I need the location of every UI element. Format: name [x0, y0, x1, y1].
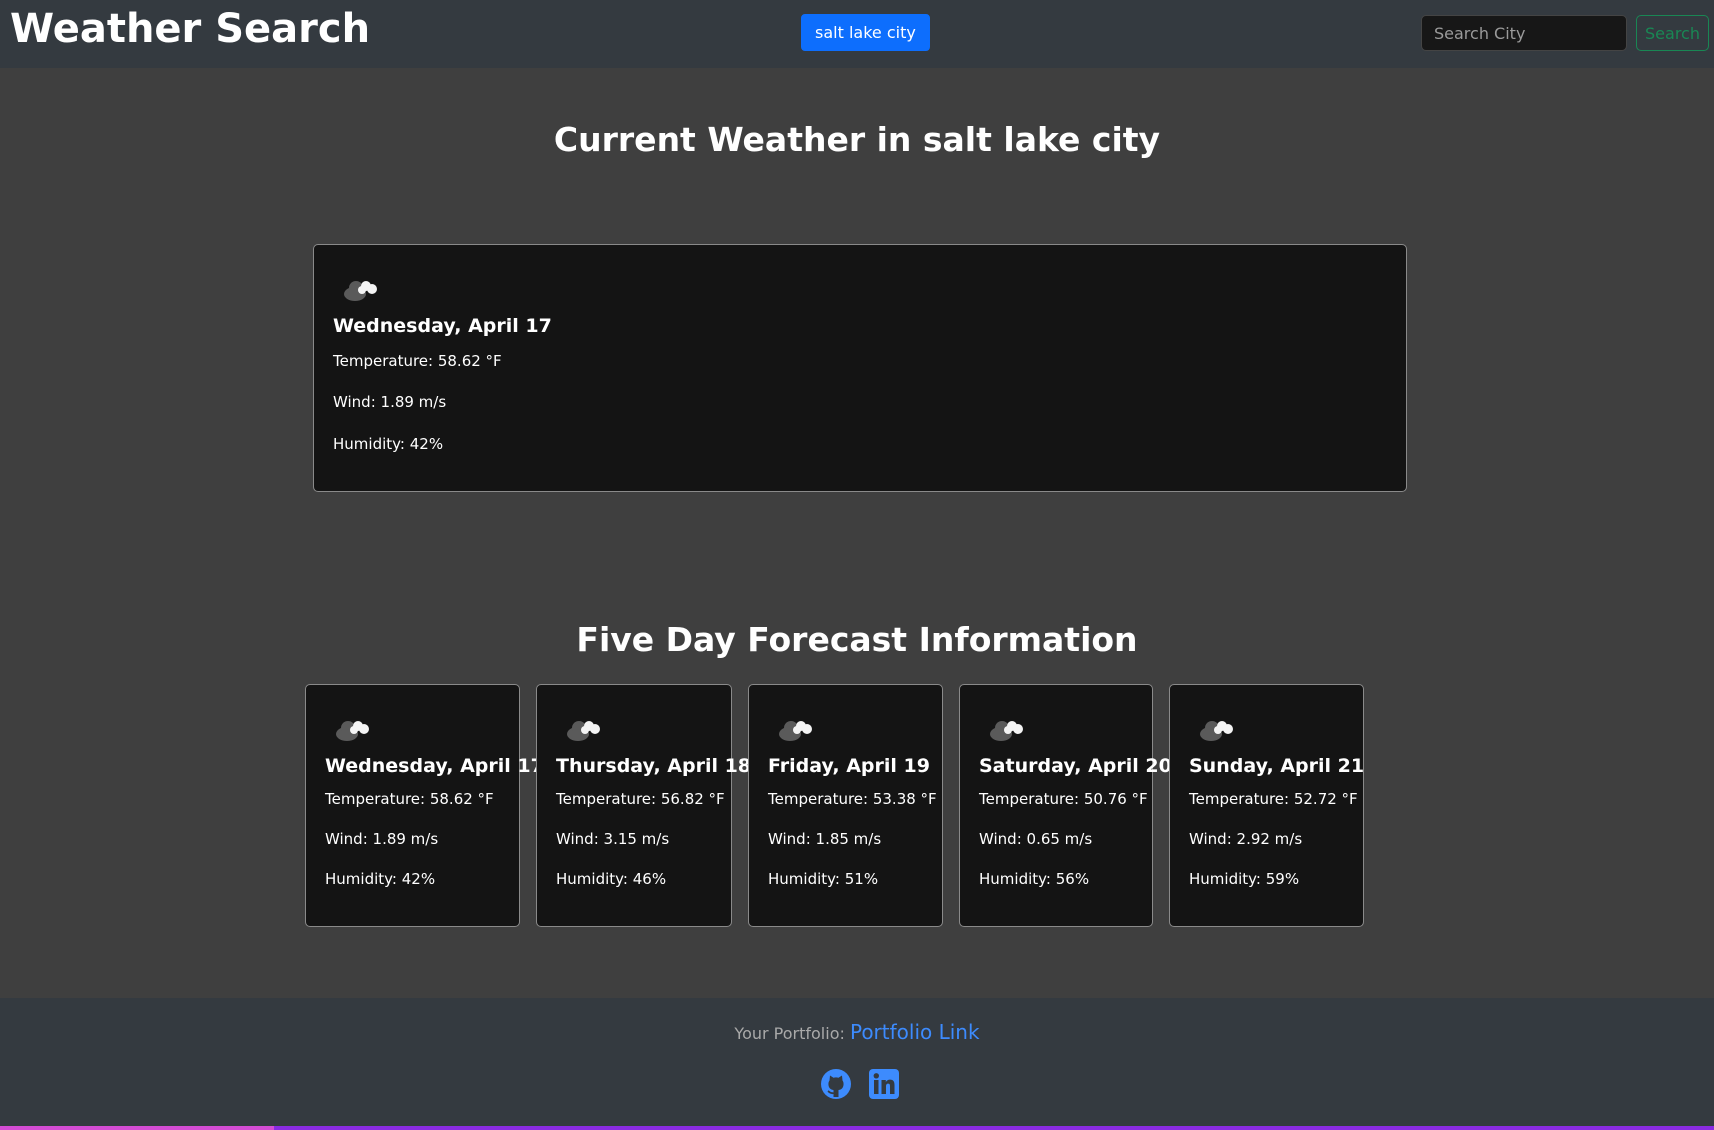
- forecast-card: Wednesday, April 17 Temperature: 58.62 °…: [305, 684, 544, 927]
- forecast-wind: Wind: 0.65 m/s: [979, 830, 1093, 848]
- cloud-icon: [336, 721, 369, 741]
- linkedin-icon[interactable]: [868, 1068, 900, 1100]
- forecast-temperature: Temperature: 52.72 °F: [1189, 790, 1358, 808]
- forecast-temperature: Temperature: 53.38 °F: [768, 790, 937, 808]
- current-temperature: Temperature: 58.62 °F: [333, 352, 502, 370]
- current-wind: Wind: 1.89 m/s: [333, 393, 447, 411]
- forecast-date: Wednesday, April 17: [325, 755, 544, 777]
- forecast-temperature: Temperature: 50.76 °F: [979, 790, 1148, 808]
- forecast-wind: Wind: 2.92 m/s: [1189, 830, 1303, 848]
- forecast-humidity: Humidity: 56%: [979, 870, 1090, 888]
- current-weather-title: Current Weather in salt lake city: [553, 120, 1161, 159]
- current-weather-card: Wednesday, April 17 Temperature: 58.62 °…: [313, 244, 1407, 492]
- navbar: Weather Search salt lake city Search: [0, 0, 1714, 68]
- github-icon[interactable]: [820, 1068, 852, 1100]
- current-humidity: Humidity: 42%: [333, 435, 444, 453]
- forecast-card: Friday, April 19 Temperature: 53.38 °F W…: [748, 684, 943, 927]
- search-button[interactable]: Search: [1636, 15, 1709, 51]
- forecast-date: Thursday, April 18: [556, 755, 752, 777]
- forecast-wind: Wind: 1.85 m/s: [768, 830, 882, 848]
- forecast-card: Sunday, April 21 Temperature: 52.72 °F W…: [1169, 684, 1364, 927]
- search-input[interactable]: [1421, 15, 1627, 51]
- forecast-title: Five Day Forecast Information: [576, 620, 1138, 659]
- forecast-date: Sunday, April 21: [1189, 755, 1365, 777]
- forecast-date: Saturday, April 20: [979, 755, 1172, 777]
- forecast-humidity: Humidity: 42%: [325, 870, 436, 888]
- forecast-wind: Wind: 3.15 m/s: [556, 830, 670, 848]
- bottom-strip: [0, 1126, 1714, 1130]
- forecast-temperature: Temperature: 56.82 °F: [556, 790, 725, 808]
- forecast-humidity: Humidity: 46%: [556, 870, 667, 888]
- current-date: Wednesday, April 17: [333, 315, 552, 337]
- brand-title[interactable]: Weather Search: [10, 6, 370, 52]
- forecast-card: Thursday, April 18 Temperature: 56.82 °F…: [536, 684, 751, 927]
- forecast-humidity: Humidity: 51%: [768, 870, 879, 888]
- cloud-icon: [1200, 721, 1233, 741]
- cloud-icon: [779, 721, 812, 741]
- forecast-temperature: Temperature: 58.62 °F: [325, 790, 494, 808]
- forecast-humidity: Humidity: 59%: [1189, 870, 1300, 888]
- forecast-date: Friday, April 19: [768, 755, 930, 777]
- footer: Your Portfolio: Portfolio Link: [0, 998, 1714, 1130]
- portfolio-label: Your Portfolio:: [734, 1024, 845, 1043]
- portfolio-line: Your Portfolio: Portfolio Link: [0, 1020, 1714, 1044]
- cloud-icon: [344, 281, 377, 301]
- cloud-icon: [567, 721, 600, 741]
- portfolio-link[interactable]: Portfolio Link: [850, 1020, 980, 1044]
- cloud-icon: [990, 721, 1023, 741]
- history-city-button[interactable]: salt lake city: [801, 14, 930, 51]
- forecast-card: Saturday, April 20 Temperature: 50.76 °F…: [959, 684, 1172, 927]
- forecast-wind: Wind: 1.89 m/s: [325, 830, 439, 848]
